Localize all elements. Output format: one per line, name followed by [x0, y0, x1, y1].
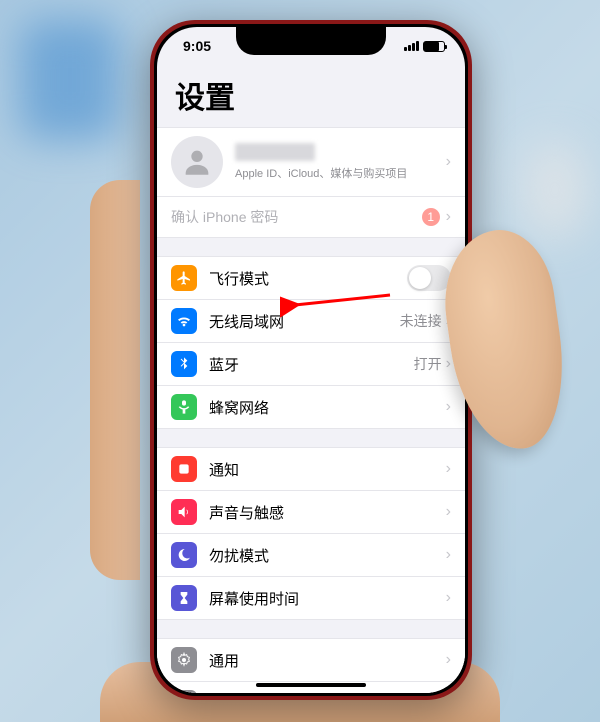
- moon-icon: [171, 542, 197, 568]
- phone-screen: 9:05 设置 Apple ID、iCloud、媒体与购买项目 ›: [157, 27, 465, 693]
- airplane-toggle[interactable]: [407, 265, 451, 291]
- chevron-right-icon: ›: [446, 398, 451, 416]
- chevron-right-icon: ›: [446, 589, 451, 607]
- row-dnd[interactable]: 勿扰模式 ›: [157, 534, 465, 577]
- status-time: 9:05: [183, 38, 211, 54]
- airplane-icon: [171, 265, 197, 291]
- row-value: 未连接: [400, 311, 442, 331]
- avatar: [171, 136, 223, 188]
- row-bluetooth[interactable]: 蓝牙 打开 ›: [157, 343, 465, 386]
- notification-icon: [171, 456, 197, 482]
- row-value: 打开: [414, 354, 442, 374]
- confirm-password-row[interactable]: 确认 iPhone 密码 1 ›: [157, 197, 465, 238]
- row-label: 勿扰模式: [209, 545, 446, 566]
- settings-group-connectivity: 飞行模式 无线局域网 未连接 › 蓝牙 打开: [157, 256, 465, 429]
- profile-subtitle: Apple ID、iCloud、媒体与购买项目: [235, 165, 446, 181]
- cellular-icon: [171, 394, 197, 420]
- wifi-icon: [171, 308, 197, 334]
- sliders-icon: [171, 690, 197, 693]
- row-general[interactable]: 通用 ›: [157, 638, 465, 682]
- profile-name-blurred: [235, 143, 315, 161]
- signal-icon: [404, 41, 419, 51]
- hourglass-icon: [171, 585, 197, 611]
- gear-icon: [171, 647, 197, 673]
- row-label: 屏幕使用时间: [209, 588, 446, 609]
- row-cellular[interactable]: 蜂窝网络 ›: [157, 386, 465, 429]
- chevron-right-icon: ›: [446, 153, 451, 171]
- row-notifications[interactable]: 通知 ›: [157, 447, 465, 491]
- page-title: 设置: [157, 65, 465, 127]
- chevron-right-icon: ›: [446, 503, 451, 521]
- notification-badge: 1: [422, 208, 440, 226]
- row-screentime[interactable]: 屏幕使用时间 ›: [157, 577, 465, 620]
- row-label: 通用: [209, 650, 446, 671]
- chevron-right-icon: ›: [446, 546, 451, 564]
- row-label: 飞行模式: [209, 268, 407, 289]
- row-airplane-mode[interactable]: 飞行模式: [157, 256, 465, 300]
- chevron-right-icon: ›: [446, 651, 451, 669]
- chevron-right-icon: ›: [446, 460, 451, 478]
- home-indicator[interactable]: [256, 683, 366, 687]
- row-label: 蓝牙: [209, 354, 414, 375]
- row-label: 无线局域网: [209, 311, 400, 332]
- row-label: 通知: [209, 459, 446, 480]
- settings-group-alerts: 通知 › 声音与触感 › 勿扰模式 ›: [157, 447, 465, 620]
- chevron-right-icon: ›: [446, 208, 451, 226]
- row-wifi[interactable]: 无线局域网 未连接 ›: [157, 300, 465, 343]
- row-label: 蜂窝网络: [209, 397, 446, 418]
- sound-icon: [171, 499, 197, 525]
- chevron-right-icon: ›: [446, 355, 451, 373]
- row-sounds[interactable]: 声音与触感 ›: [157, 491, 465, 534]
- row-label: 声音与触感: [209, 502, 446, 523]
- battery-icon: [423, 41, 445, 52]
- notch: [236, 27, 386, 55]
- row-label: 控制中心: [209, 693, 446, 694]
- password-prompt-label: 确认 iPhone 密码: [171, 207, 278, 227]
- apple-id-row[interactable]: Apple ID、iCloud、媒体与购买项目 ›: [157, 127, 465, 197]
- phone-frame: 9:05 设置 Apple ID、iCloud、媒体与购买项目 ›: [150, 20, 472, 700]
- bluetooth-icon: [171, 351, 197, 377]
